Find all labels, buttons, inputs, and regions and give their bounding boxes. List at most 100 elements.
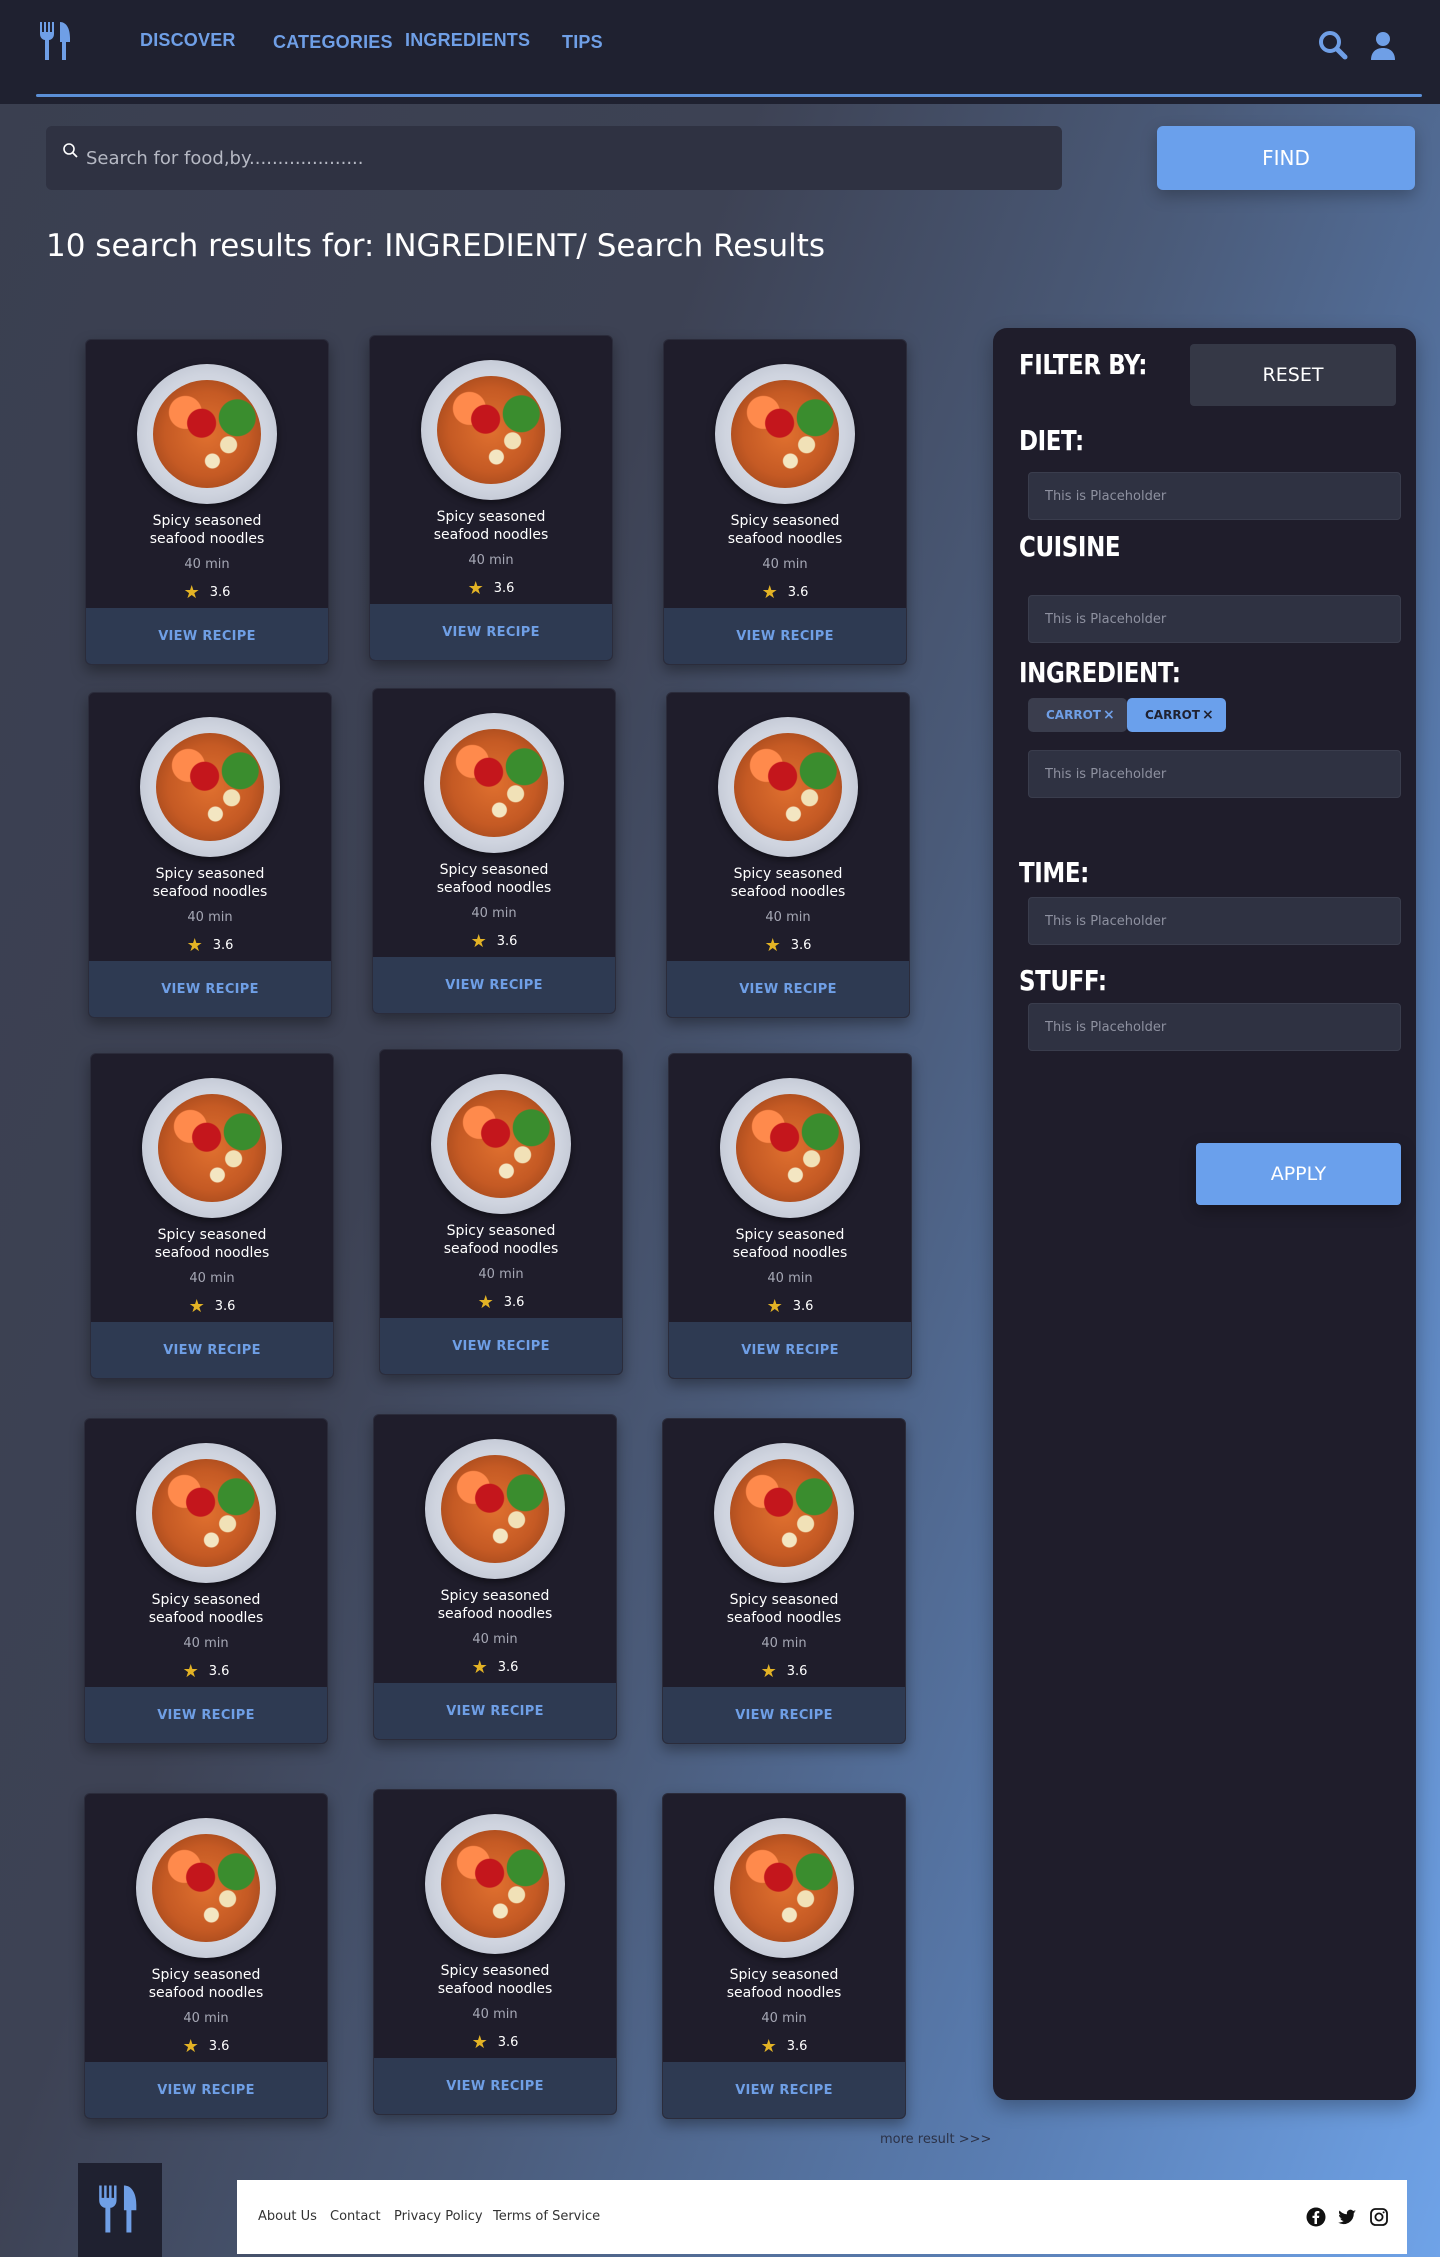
recipe-time: 40 min — [183, 2011, 229, 2026]
dish-image — [142, 1078, 282, 1218]
recipe-time: 40 min — [189, 1271, 235, 1286]
view-recipe-button[interactable]: VIEW RECIPE — [669, 1322, 911, 1378]
view-recipe-button[interactable]: VIEW RECIPE — [663, 1687, 905, 1743]
fork-knife-logo-icon[interactable] — [38, 20, 74, 62]
cuisine-input[interactable] — [1028, 595, 1401, 643]
recipe-time: 40 min — [765, 910, 811, 925]
view-recipe-button[interactable]: VIEW RECIPE — [89, 961, 331, 1017]
rating-value: 3.6 — [208, 2039, 230, 2054]
recipe-rating: ★ 3.6 — [370, 578, 612, 599]
remove-chip-icon[interactable]: × — [1103, 707, 1115, 723]
recipe-name: Spicy seasoned seafood noodles — [436, 862, 552, 896]
recipe-name: Spicy seasoned seafood noodles — [726, 1592, 842, 1626]
recipe-time: 40 min — [767, 1271, 813, 1286]
recipe-card: Spicy seasoned seafood noodles 40 min ★ 3… — [668, 1053, 912, 1379]
rating-value: 3.6 — [497, 2035, 519, 2050]
more-results-link[interactable]: more result >>> — [880, 2132, 991, 2147]
recipe-rating: ★ 3.6 — [86, 582, 328, 603]
recipe-name: Spicy seasoned seafood noodles — [437, 1963, 553, 1997]
dish-image — [140, 717, 280, 857]
recipe-rating: ★ 3.6 — [89, 935, 331, 956]
twitter-icon[interactable] — [1337, 2207, 1357, 2227]
dish-image — [425, 1439, 565, 1579]
search-bar — [46, 126, 1062, 190]
recipe-rating: ★ 3.6 — [373, 931, 615, 952]
reset-button[interactable]: RESET — [1190, 344, 1396, 406]
rating-value: 3.6 — [214, 1299, 236, 1314]
ingredient-chip-active[interactable]: CARROT × — [1127, 698, 1226, 732]
footer-logo[interactable] — [78, 2163, 162, 2257]
dish-image — [714, 1443, 854, 1583]
view-recipe-button[interactable]: VIEW RECIPE — [85, 2062, 327, 2118]
ingredient-chip[interactable]: CARROT × — [1028, 698, 1127, 732]
instagram-icon[interactable] — [1369, 2207, 1389, 2227]
view-recipe-button[interactable]: VIEW RECIPE — [374, 1683, 616, 1739]
cuisine-label: CUISINE — [1019, 530, 1121, 563]
view-recipe-button[interactable]: VIEW RECIPE — [370, 604, 612, 660]
dish-image — [715, 364, 855, 504]
star-icon: ★ — [760, 2036, 777, 2057]
recipe-time: 40 min — [472, 1632, 518, 1647]
find-button[interactable]: FIND — [1157, 126, 1415, 190]
recipe-card: Spicy seasoned seafood noodles 40 min ★ 3… — [90, 1053, 334, 1379]
view-recipe-button[interactable]: VIEW RECIPE — [380, 1318, 622, 1374]
recipe-rating: ★ 3.6 — [664, 582, 906, 603]
nav-discover[interactable]: DISCOVER — [140, 30, 236, 51]
recipe-rating: ★ 3.6 — [667, 935, 909, 956]
rating-value: 3.6 — [208, 1664, 230, 1679]
chip-label: CARROT — [1046, 708, 1101, 722]
view-recipe-button[interactable]: VIEW RECIPE — [373, 957, 615, 1013]
view-recipe-button[interactable]: VIEW RECIPE — [91, 1322, 333, 1378]
star-icon: ★ — [182, 2036, 199, 2057]
recipe-rating: ★ 3.6 — [85, 2036, 327, 2057]
nav-categories[interactable]: CATEGORIES — [273, 32, 393, 53]
recipe-time: 40 min — [472, 2007, 518, 2022]
recipe-card: Spicy seasoned seafood noodles 40 min ★ 3… — [88, 692, 332, 1018]
ingredient-input[interactable] — [1028, 750, 1401, 798]
footer-link-terms[interactable]: Terms of Service — [493, 2209, 600, 2224]
user-icon[interactable] — [1368, 30, 1398, 60]
recipe-rating: ★ 3.6 — [374, 2032, 616, 2053]
recipe-time: 40 min — [471, 906, 517, 921]
time-input[interactable] — [1028, 897, 1401, 945]
stuff-label: STUFF: — [1019, 964, 1107, 997]
recipe-rating: ★ 3.6 — [374, 1657, 616, 1678]
view-recipe-button[interactable]: VIEW RECIPE — [85, 1687, 327, 1743]
search-icon — [63, 143, 78, 158]
view-recipe-button[interactable]: VIEW RECIPE — [664, 608, 906, 664]
diet-input[interactable] — [1028, 472, 1401, 520]
recipe-time: 40 min — [468, 553, 514, 568]
fork-knife-logo-icon — [99, 2185, 137, 2233]
diet-label: DIET: — [1019, 424, 1084, 457]
recipe-time: 40 min — [762, 557, 808, 572]
recipe-rating: ★ 3.6 — [85, 1661, 327, 1682]
apply-button[interactable]: APPLY — [1196, 1143, 1401, 1205]
view-recipe-button[interactable]: VIEW RECIPE — [667, 961, 909, 1017]
search-icon[interactable] — [1318, 30, 1348, 60]
recipe-card: Spicy seasoned seafood noodles 40 min ★ 3… — [372, 688, 616, 1014]
recipe-card: Spicy seasoned seafood noodles 40 min ★ 3… — [373, 1789, 617, 2115]
view-recipe-button[interactable]: VIEW RECIPE — [374, 2058, 616, 2114]
recipe-name: Spicy seasoned seafood noodles — [433, 509, 549, 543]
search-input[interactable] — [86, 138, 1026, 178]
view-recipe-button[interactable]: VIEW RECIPE — [86, 608, 328, 664]
nav-ingredients[interactable]: INGREDIENTS — [405, 30, 530, 51]
footer-bar: About Us Contact Privacy Policy Terms of… — [237, 2180, 1407, 2254]
footer-link-privacy[interactable]: Privacy Policy — [394, 2209, 483, 2224]
remove-chip-icon[interactable]: × — [1202, 707, 1214, 723]
footer-link-contact[interactable]: Contact — [330, 2209, 381, 2224]
recipe-name: Spicy seasoned seafood noodles — [154, 1227, 270, 1261]
star-icon: ★ — [471, 1657, 488, 1678]
recipe-time: 40 min — [184, 557, 230, 572]
recipe-rating: ★ 3.6 — [91, 1296, 333, 1317]
rating-value: 3.6 — [790, 938, 812, 953]
star-icon: ★ — [188, 1296, 205, 1317]
footer-link-about[interactable]: About Us — [258, 2209, 317, 2224]
recipe-time: 40 min — [761, 2011, 807, 2026]
view-recipe-button[interactable]: VIEW RECIPE — [663, 2062, 905, 2118]
facebook-icon[interactable] — [1306, 2207, 1326, 2227]
header-divider — [36, 94, 1422, 97]
nav-tips[interactable]: TIPS — [562, 32, 603, 53]
stuff-input[interactable] — [1028, 1003, 1401, 1051]
recipe-card: Spicy seasoned seafood noodles 40 min ★ 3… — [662, 1418, 906, 1744]
